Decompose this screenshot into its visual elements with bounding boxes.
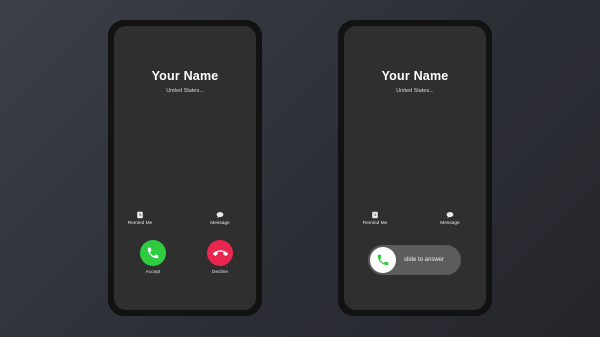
incoming-call-screen: Your Name United States... Remind Me Mes…: [114, 26, 256, 310]
phone-hangup-icon: [212, 249, 228, 256]
phone-right: Your Name United States... Remind Me Mes…: [338, 20, 492, 316]
message-button[interactable]: Message: [200, 211, 240, 226]
incoming-call-screen-locked: Your Name United States... Remind Me Mes…: [344, 26, 486, 310]
message-label: Message: [210, 221, 230, 226]
phone-left: Your Name United States... Remind Me Mes…: [108, 20, 262, 316]
caller-location: United States...: [396, 88, 434, 94]
slide-to-answer-slider[interactable]: slide to answer: [368, 245, 461, 275]
chat-bubble-icon: [216, 212, 224, 219]
decline-label: Decline: [212, 270, 228, 275]
remind-me-label: Remind Me: [362, 221, 388, 226]
caller-location: United States...: [166, 88, 204, 94]
remind-me-label: Remind Me: [127, 221, 153, 226]
caller-name: Your Name: [381, 69, 449, 83]
alarm-clock-icon: [137, 211, 143, 219]
remind-me-button[interactable]: Remind Me: [355, 211, 395, 226]
accept-button[interactable]: Accept: [133, 240, 173, 275]
slider-knob[interactable]: [370, 247, 396, 273]
accept-label: Accept: [145, 270, 161, 275]
caller-name: Your Name: [151, 69, 219, 83]
alarm-clock-icon: [372, 211, 378, 219]
phone-icon: [147, 247, 159, 259]
decline-button[interactable]: Decline: [200, 240, 240, 275]
phone-icon: [377, 254, 389, 266]
decline-circle[interactable]: [207, 240, 233, 266]
message-button[interactable]: Message: [430, 211, 470, 226]
chat-bubble-icon: [446, 212, 454, 219]
accept-circle[interactable]: [140, 240, 166, 266]
remind-me-button[interactable]: Remind Me: [120, 211, 160, 226]
slide-to-answer-label: slide to answer: [404, 257, 445, 263]
message-label: Message: [440, 221, 460, 226]
